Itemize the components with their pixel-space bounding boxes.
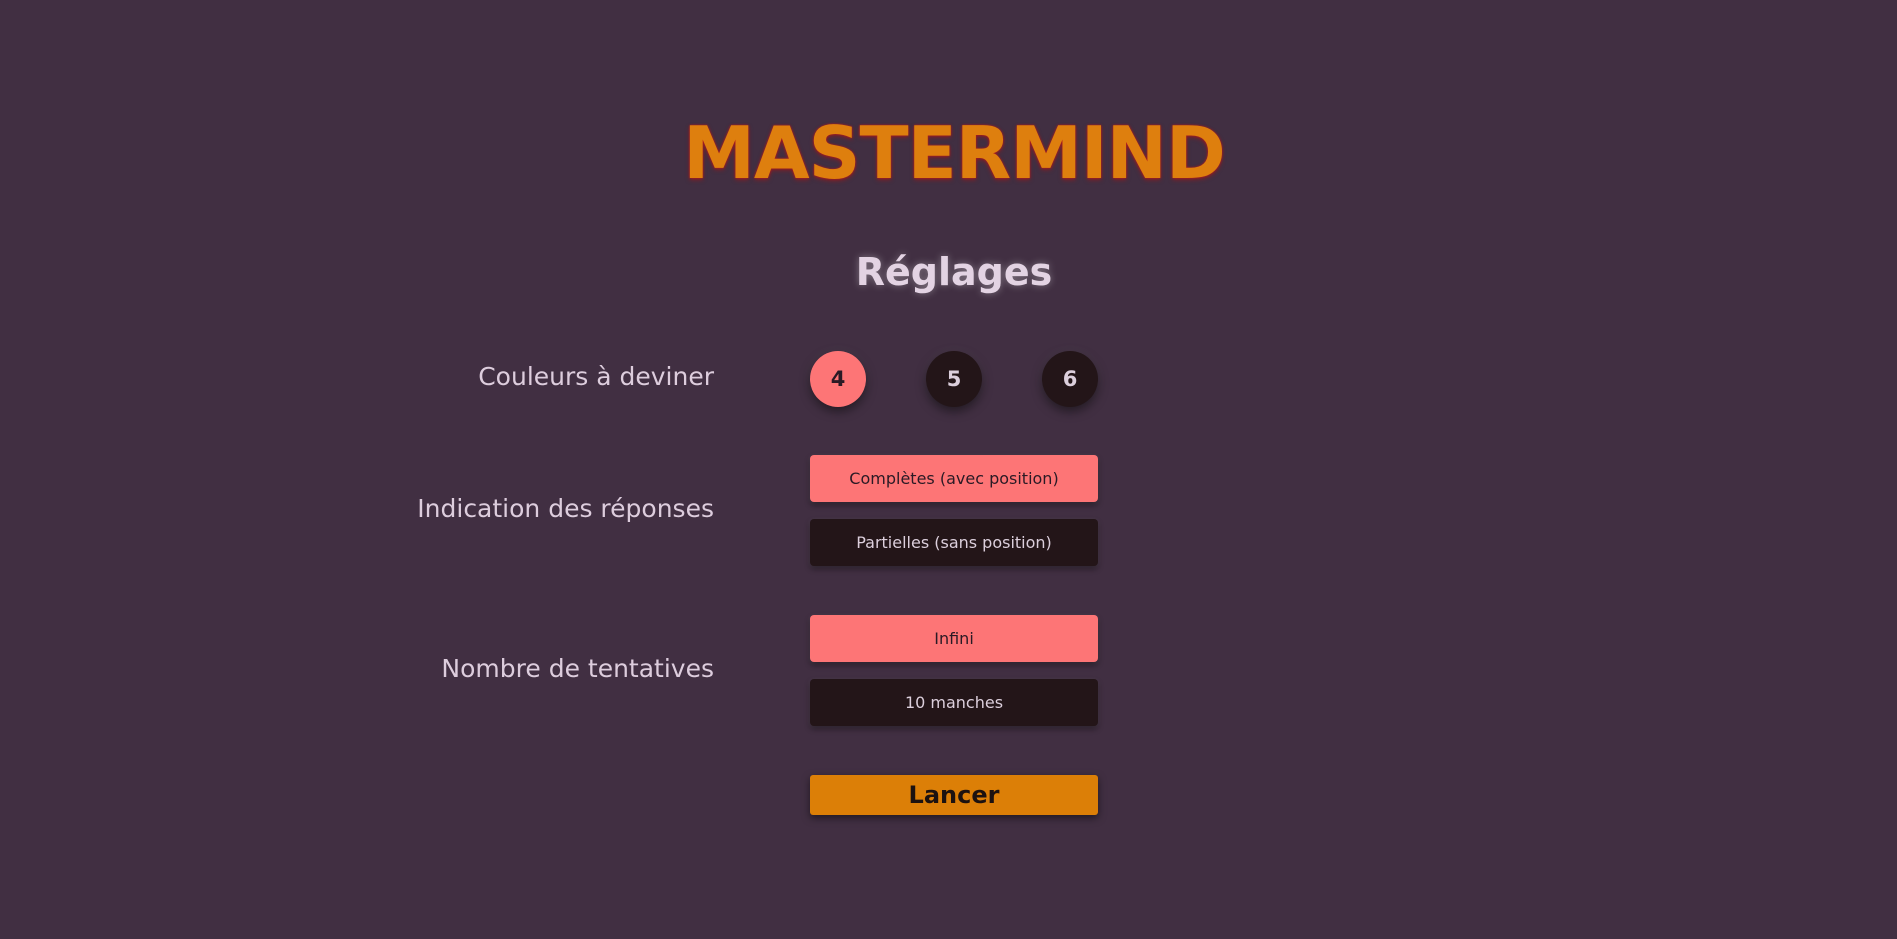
colors-option-6[interactable]: 6 (1042, 351, 1098, 407)
launch-button[interactable]: Lancer (810, 775, 1098, 815)
attempts-infinite-button[interactable]: Infini (810, 615, 1098, 662)
attempts-label: Nombre de tentatives (441, 654, 714, 683)
attempts-10-rounds-button[interactable]: 10 manches (810, 679, 1098, 726)
colors-option-4[interactable]: 4 (810, 351, 866, 407)
hints-partial-button[interactable]: Partielles (sans position) (810, 519, 1098, 566)
hints-complete-button[interactable]: Complètes (avec position) (810, 455, 1098, 502)
answer-hints-label: Indication des réponses (417, 494, 714, 523)
colors-option-5[interactable]: 5 (926, 351, 982, 407)
settings-heading: Réglages (855, 250, 1053, 294)
colors-to-guess-label: Couleurs à deviner (478, 362, 714, 391)
app-title: MASTERMIND (683, 111, 1225, 195)
